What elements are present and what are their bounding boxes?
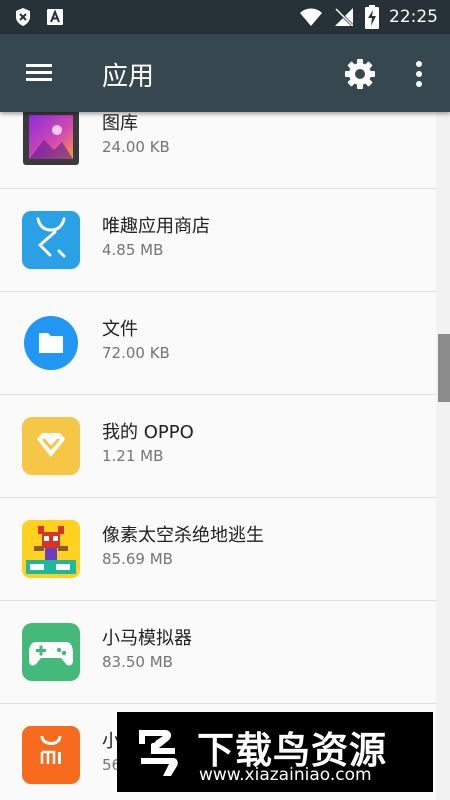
app-name: 文件 bbox=[102, 319, 138, 340]
keyboard-a-icon bbox=[47, 9, 63, 25]
app-name: 唯趣应用商店 bbox=[102, 216, 210, 237]
app-size: 72.00 KB bbox=[102, 344, 170, 362]
list-item[interactable]: 唯趣应用商店 4.85 MB bbox=[0, 189, 436, 292]
gear-icon bbox=[345, 59, 375, 89]
app-size: 4.85 MB bbox=[102, 241, 164, 259]
list-item[interactable]: 小马模拟器 83.50 MB bbox=[0, 601, 436, 704]
status-time: 22:25 bbox=[389, 7, 438, 27]
more-vert-icon bbox=[416, 61, 422, 87]
status-bar: 22:25 bbox=[0, 0, 450, 34]
gallery-icon bbox=[23, 112, 79, 165]
app-list[interactable]: 图库 24.00 KB 唯趣应用商店 4.85 MB 文件 72.00 KB 我… bbox=[0, 112, 436, 800]
menu-button[interactable] bbox=[26, 61, 54, 85]
bird-logo-icon bbox=[125, 720, 189, 784]
pixel-game-icon bbox=[22, 520, 80, 578]
app-bar: 应用 bbox=[0, 34, 450, 112]
scrollbar-thumb[interactable] bbox=[438, 334, 450, 402]
watermark-url: www.xiazainiao.com bbox=[199, 765, 372, 785]
folder-icon bbox=[24, 316, 78, 370]
mi-store-icon bbox=[22, 726, 80, 784]
no-signal-icon bbox=[334, 7, 354, 27]
page-title: 应用 bbox=[102, 62, 155, 92]
wifi-icon bbox=[300, 8, 322, 26]
scrollbar-track[interactable] bbox=[436, 112, 450, 800]
more-options-button[interactable] bbox=[408, 58, 430, 90]
list-item[interactable]: 图库 24.00 KB bbox=[0, 112, 436, 189]
app-size: 1.21 MB bbox=[102, 447, 164, 465]
app-size: 24.00 KB bbox=[102, 138, 170, 156]
app-size: 83.50 MB bbox=[102, 653, 173, 671]
store-icon bbox=[22, 211, 80, 269]
list-item[interactable]: 文件 72.00 KB bbox=[0, 292, 436, 395]
app-name: 我的 OPPO bbox=[102, 422, 194, 443]
settings-button[interactable] bbox=[344, 58, 376, 90]
list-item[interactable]: 像素太空杀绝地逃生 85.69 MB bbox=[0, 498, 436, 601]
menu-icon bbox=[26, 64, 52, 81]
vpn-key-icon bbox=[16, 8, 30, 26]
app-name: 像素太空杀绝地逃生 bbox=[102, 525, 264, 546]
watermark: 下载鸟资源 www.xiazainiao.com bbox=[117, 712, 433, 792]
diamond-icon bbox=[22, 417, 80, 475]
battery-charging-icon bbox=[365, 5, 379, 29]
list-item[interactable]: 我的 OPPO 1.21 MB bbox=[0, 395, 436, 498]
app-name: 小马模拟器 bbox=[102, 628, 192, 649]
app-size: 85.69 MB bbox=[102, 550, 173, 568]
gamepad-icon bbox=[22, 623, 80, 681]
app-name: 图库 bbox=[102, 113, 138, 134]
